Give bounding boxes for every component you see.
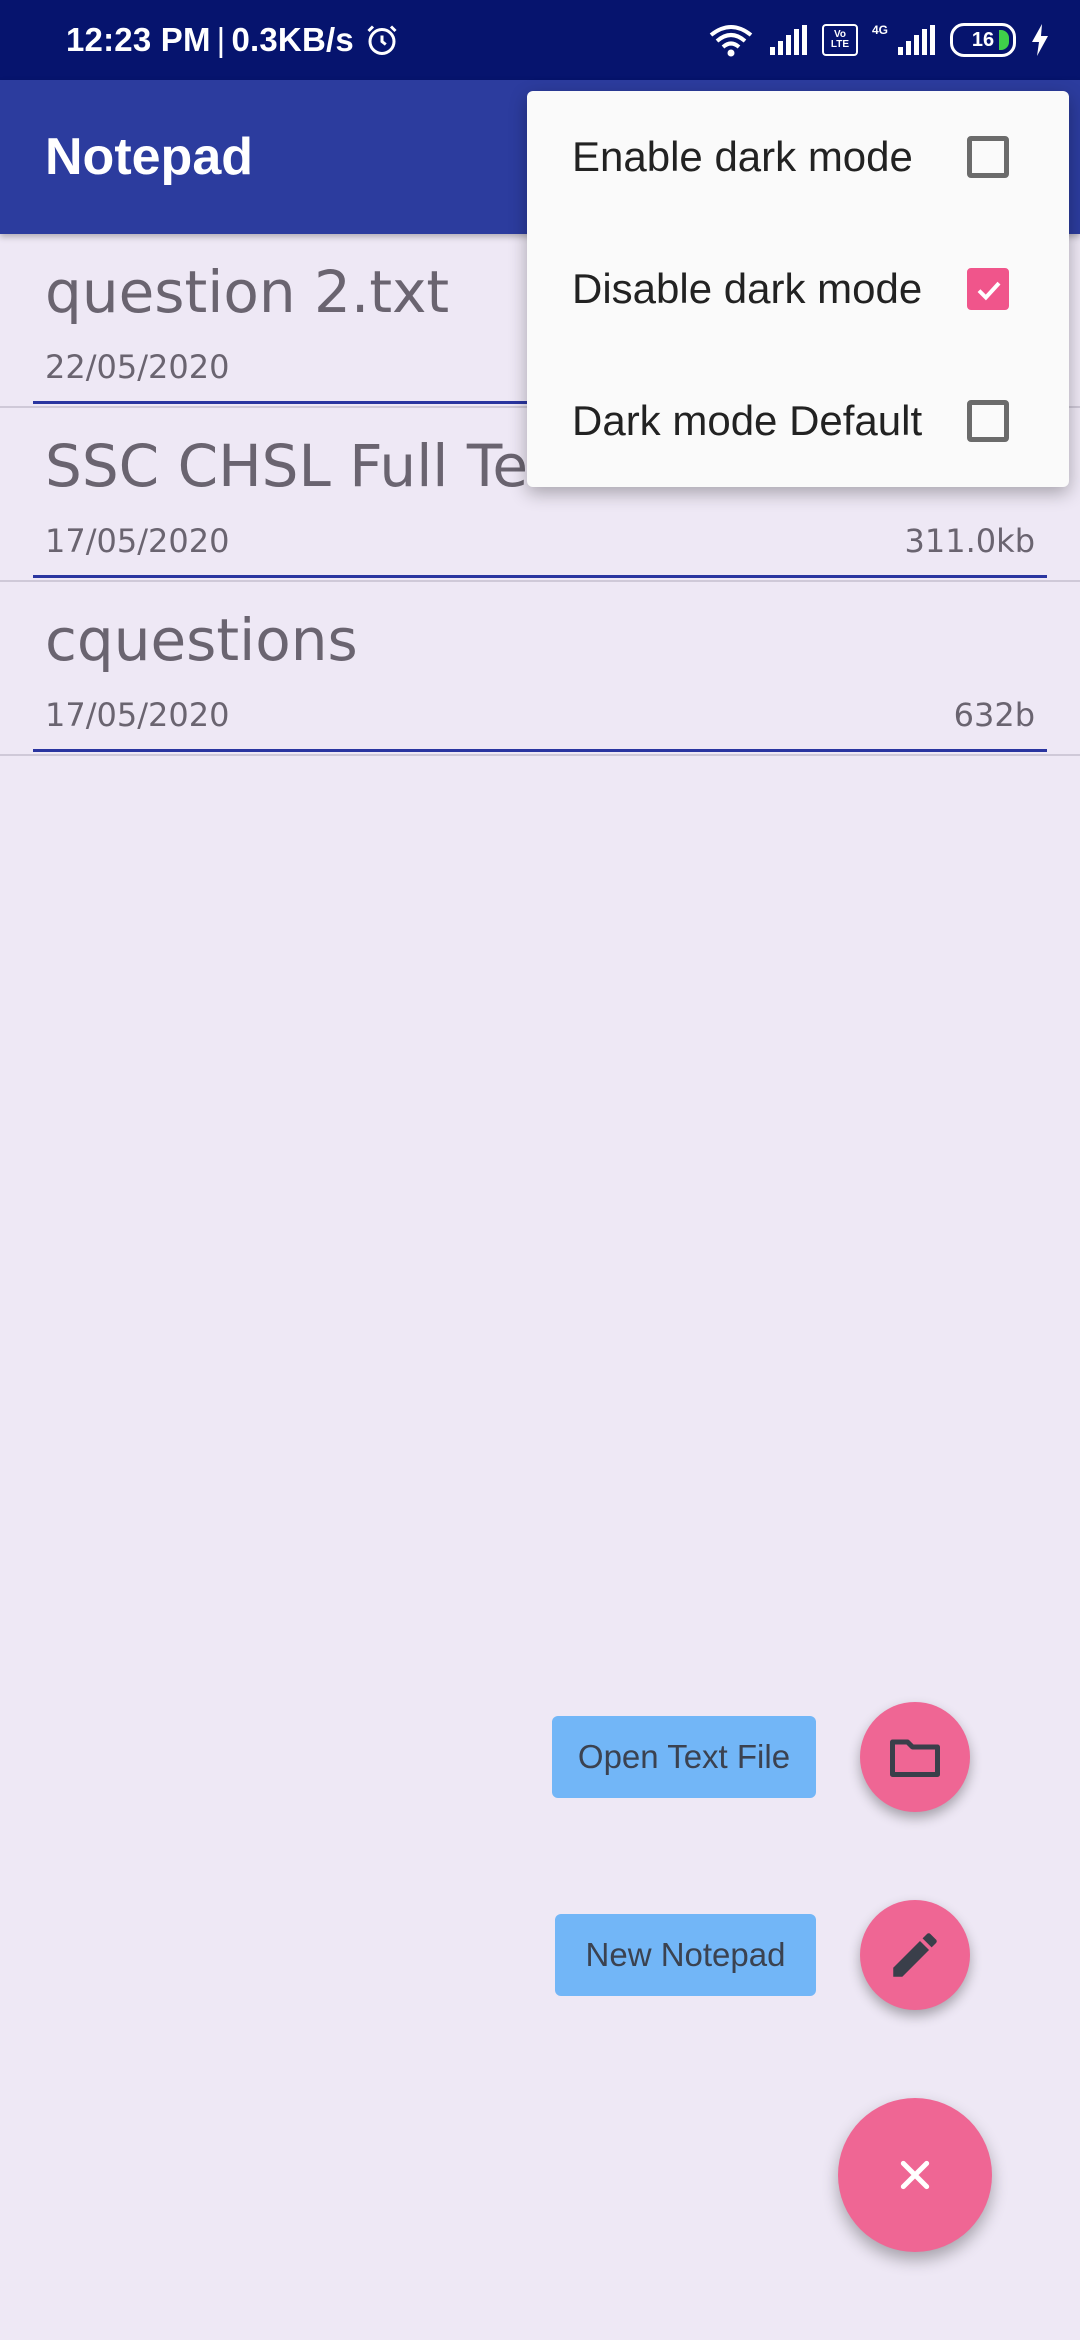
status-left: 12:23 PM | 0.3KB/s: [66, 0, 400, 80]
file-name: cquestions: [45, 606, 358, 674]
file-name: question 2.txt: [45, 258, 450, 326]
file-date: 22/05/2020: [45, 348, 230, 386]
status-time: 12:23 PM: [66, 21, 211, 58]
file-name: SSC CHSL Full Tes: [45, 432, 559, 500]
enable-dark-mode-checkbox[interactable]: [967, 136, 1009, 178]
close-fab-button[interactable]: [838, 2098, 992, 2252]
network-type: 4G: [871, 23, 888, 37]
menu-item-enable-dark-mode[interactable]: Enable dark mode: [527, 91, 1069, 223]
alarm-icon: [367, 25, 397, 55]
app-title: Notepad: [45, 128, 253, 186]
row-underline: [33, 575, 1047, 578]
file-row[interactable]: cquestions 17/05/2020 632b: [0, 582, 1080, 756]
signal-icon: [769, 25, 807, 55]
menu-item-label: Disable dark mode: [572, 265, 923, 312]
dark-mode-menu: Enable dark mode Disable dark mode Dark …: [527, 91, 1069, 487]
close-icon: [900, 2160, 930, 2190]
file-date: 17/05/2020: [45, 696, 230, 734]
volte-icon: Vo LTE: [821, 24, 858, 56]
menu-item-label: Dark mode Default: [572, 397, 923, 444]
status-bar: 12:23 PM | 0.3KB/s Vo LTE 4G 16: [0, 0, 1080, 80]
new-notepad-label[interactable]: New Notepad: [555, 1914, 816, 1996]
pencil-icon: [893, 1933, 937, 1977]
status-separator: |: [216, 21, 226, 58]
menu-item-disable-dark-mode[interactable]: Disable dark mode: [527, 223, 1069, 355]
volte-bottom: LTE: [830, 39, 850, 50]
row-underline: [33, 749, 1047, 752]
file-date: 17/05/2020: [45, 522, 230, 560]
file-size: 311.0kb: [904, 522, 1035, 560]
disable-dark-mode-checkbox[interactable]: [967, 268, 1009, 310]
status-right: Vo LTE 4G 16: [708, 0, 1050, 80]
file-size: 632b: [953, 696, 1035, 734]
dark-mode-default-checkbox[interactable]: [967, 400, 1009, 442]
signal-2-icon: [898, 25, 935, 55]
battery-icon: 16: [950, 23, 1016, 57]
check-icon: [977, 281, 1001, 301]
folder-icon: [890, 1739, 940, 1777]
battery-fill: [999, 30, 1009, 50]
menu-item-label: Enable dark mode: [572, 133, 913, 180]
open-text-file-label[interactable]: Open Text File: [552, 1716, 816, 1798]
battery-level: 16: [971, 28, 995, 51]
wifi-icon: [709, 25, 753, 57]
network-speed: 0.3KB/s: [231, 21, 354, 58]
menu-item-dark-mode-default[interactable]: Dark mode Default: [527, 355, 1069, 487]
new-notepad-button[interactable]: [860, 1900, 970, 2010]
charging-icon: [1032, 24, 1048, 56]
open-file-button[interactable]: [860, 1702, 970, 1812]
